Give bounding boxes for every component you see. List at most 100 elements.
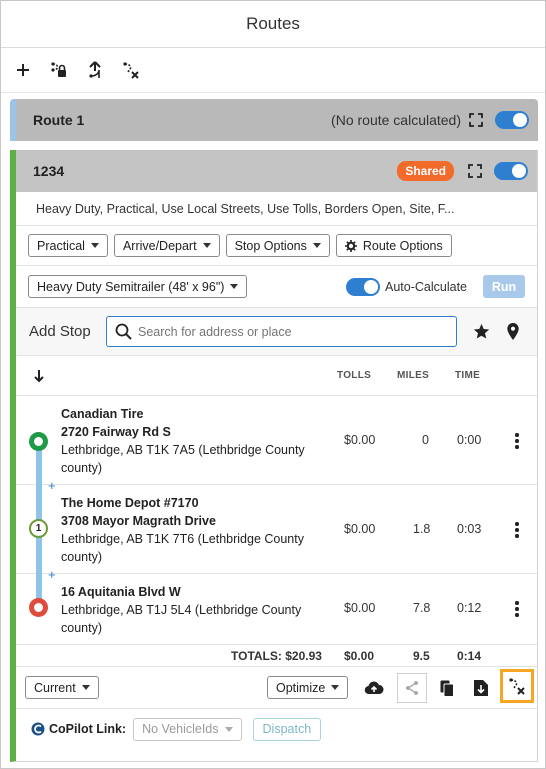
route-1-status: (No route calculated) — [331, 112, 461, 128]
stop-row[interactable]: 1 + The Home Depot #7170 3708 Mayor Magr… — [16, 485, 537, 581]
more-options-icon[interactable] — [515, 433, 519, 449]
gear-icon — [344, 239, 357, 252]
vehicle-profile-dropdown[interactable]: Heavy Duty Semitrailer (48' x 96") — [28, 275, 248, 298]
chevron-down-icon — [331, 685, 340, 690]
chevron-down-icon — [81, 685, 90, 690]
stop-time: 0:03 — [457, 522, 482, 536]
stop-miles: 0 — [422, 433, 429, 447]
miles-column-header: MILES — [397, 370, 430, 381]
share-icon[interactable] — [397, 673, 427, 703]
routes-panel: Routes Route 1 (No route calculated) 123… — [0, 0, 546, 769]
totals-time: 0:14 — [457, 648, 482, 663]
waypoint-marker: 1 — [29, 519, 48, 538]
stop-options-dropdown[interactable]: Stop Options — [225, 234, 330, 257]
chevron-down-icon — [202, 243, 211, 248]
stop-city: Lethbridge, AB T1K 7T6 (Lethbridge Count… — [61, 532, 304, 564]
run-button[interactable]: Run — [483, 275, 525, 298]
time-column-header: TIME — [455, 370, 481, 381]
share-route-icon[interactable] — [85, 60, 105, 80]
more-options-icon[interactable] — [515, 522, 519, 538]
chevron-down-icon — [230, 284, 239, 289]
route-options-label: Route Options — [362, 238, 443, 253]
arrive-depart-dropdown[interactable]: Arrive/Depart — [113, 234, 220, 257]
totals-tolls: $0.00 — [344, 648, 375, 663]
route-1-name: Route 1 — [33, 112, 85, 128]
stop-street: 2720 Fairway Rd S — [61, 425, 171, 439]
expand-icon[interactable] — [468, 164, 482, 178]
totals-miles: 9.5 — [413, 648, 430, 663]
current-dropdown[interactable]: Current — [25, 676, 99, 699]
stop-tolls: $0.00 — [344, 433, 376, 447]
stop-city: Lethbridge, AB T1J 5L4 (Lethbridge Count… — [61, 603, 302, 635]
stop-address: 16 Aquitania Blvd W Lethbridge, AB T1J 5… — [61, 583, 331, 637]
routing-type-dropdown[interactable]: Practical — [28, 234, 108, 257]
stop-name: The Home Depot #7170 — [61, 496, 199, 510]
stop-row[interactable]: 16 Aquitania Blvd W Lethbridge, AB T1J 5… — [16, 574, 537, 645]
chevron-down-icon — [224, 726, 233, 732]
expand-icon[interactable] — [469, 113, 483, 127]
summary-text: Heavy Duty, Practical, Use Local Streets… — [36, 201, 455, 216]
auto-calculate-toggle[interactable] — [346, 277, 380, 296]
route-card-header[interactable]: 1234 Shared — [16, 150, 537, 192]
route-options-button[interactable]: Route Options — [335, 234, 452, 257]
chevron-down-icon — [90, 243, 99, 248]
star-icon[interactable] — [473, 323, 490, 340]
search-input[interactable] — [138, 324, 438, 339]
stop-tolls: $0.00 — [344, 601, 376, 615]
vehicle-profile-label: Heavy Duty Semitrailer (48' x 96") — [37, 279, 225, 294]
totals-label: TOTALS: $20.93 — [231, 648, 322, 663]
origin-marker — [29, 432, 48, 451]
route-1-header[interactable]: Route 1 (No route calculated) — [10, 99, 538, 141]
download-icon[interactable] — [469, 676, 493, 700]
copilot-link-row: CoPilot Link: No VehicleIds Dispatch — [16, 709, 537, 749]
more-options-icon[interactable] — [515, 601, 519, 617]
stop-options-label: Stop Options — [234, 238, 307, 253]
stop-miles: 7.8 — [413, 601, 431, 615]
destination-marker — [29, 598, 48, 617]
copilot-link-label: CoPilot Link: — [49, 722, 127, 736]
route-options-row: Practical Arrive/Depart Stop Options Rou… — [16, 226, 537, 266]
remove-stops-icon — [509, 678, 525, 695]
routes-toolbar — [1, 48, 545, 93]
arrive-depart-label: Arrive/Depart — [122, 238, 197, 253]
add-icon[interactable] — [13, 60, 33, 80]
search-box[interactable] — [106, 316, 457, 347]
upload-icon[interactable] — [362, 676, 386, 700]
route-name: 1234 — [33, 163, 65, 179]
sort-arrow-icon[interactable] — [33, 369, 45, 383]
panel-header: Routes — [1, 1, 545, 48]
stop-city: Lethbridge, AB T1K 7A5 (Lethbridge Count… — [61, 443, 305, 475]
stop-miles: 1.8 — [413, 522, 431, 536]
stop-street: 3708 Mayor Magrath Drive — [61, 514, 216, 528]
remove-stops-button[interactable] — [500, 669, 534, 703]
remove-stops-icon[interactable] — [121, 60, 141, 80]
copilot-logo-icon — [31, 722, 45, 736]
vehicle-ids-dropdown[interactable]: No VehicleIds — [133, 717, 242, 741]
route-visibility-toggle[interactable] — [494, 162, 528, 180]
add-stop-label: Add Stop — [29, 323, 91, 340]
optimize-label: Optimize — [276, 680, 326, 695]
route-actions-bar: Current Optimize — [16, 667, 537, 709]
stop-time: 0:12 — [457, 601, 482, 615]
chevron-down-icon — [312, 243, 321, 248]
delete-route-icon[interactable] — [49, 60, 69, 80]
search-icon — [115, 323, 132, 340]
copy-icon[interactable] — [435, 676, 459, 700]
stops-column-header: TOLLS MILES TIME — [16, 356, 537, 396]
add-stop-row: Add Stop — [16, 308, 537, 356]
route-1-visibility-toggle[interactable] — [495, 111, 529, 129]
vehicle-ids-label: No VehicleIds — [142, 722, 219, 736]
stop-time: 0:00 — [457, 433, 482, 447]
stop-name: Canadian Tire — [61, 407, 144, 421]
shared-badge: Shared — [397, 161, 454, 181]
stop-address: Canadian Tire 2720 Fairway Rd S Lethbrid… — [61, 405, 331, 477]
dispatch-button[interactable]: Dispatch — [252, 717, 322, 741]
routing-type-label: Practical — [37, 238, 85, 253]
page-title: Routes — [246, 14, 300, 33]
route-card: 1234 Shared Heavy Duty, Practical, Use L… — [10, 150, 538, 762]
map-pin-icon[interactable] — [506, 323, 520, 340]
stop-row[interactable]: + Canadian Tire 2720 Fairway Rd S Lethbr… — [16, 396, 537, 492]
totals-row: TOTALS: $20.93 $0.00 9.5 0:14 — [16, 645, 537, 667]
optimize-dropdown[interactable]: Optimize — [267, 676, 349, 699]
route-options-summary: Heavy Duty, Practical, Use Local Streets… — [16, 192, 537, 226]
